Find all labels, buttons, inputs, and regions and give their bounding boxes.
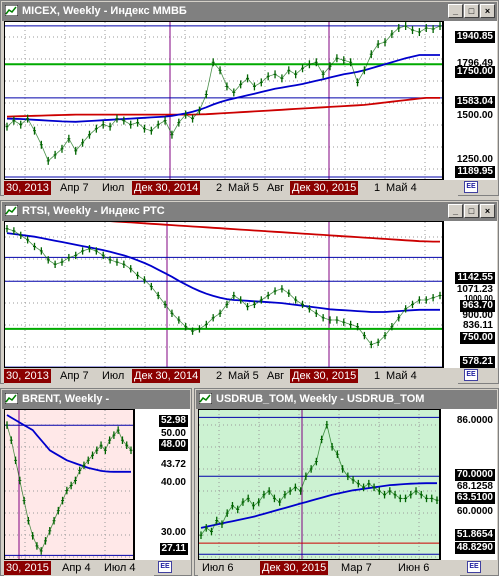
y-label-level-green: 1750.00 [454, 66, 495, 78]
usdrub-time-axis: Июл 6 Дек 30, 2015 Мар 7 Июн 6 [198, 560, 460, 576]
x-label: Авг [267, 370, 285, 382]
x-label: Апр 7 [60, 370, 89, 382]
y-label-level-blue: 86.0000 [456, 415, 493, 426]
x-label: Май 4 [386, 182, 417, 194]
y-label-current: 1940.85 [454, 31, 495, 43]
x-label: 1 [374, 182, 381, 194]
y-label-ma-fast: 836.11 [462, 320, 493, 331]
chart-window-icon [5, 5, 18, 16]
brent-titlebar[interactable]: BRENT, Weekly - [2, 390, 190, 409]
x-label: Июл [102, 370, 125, 382]
rtsi-titlebar[interactable]: RTSI, Weekly - Индекс РТС _ □ × [2, 202, 497, 221]
micex-titlebar[interactable]: MICEX, Weekly - Индекс ММВБ _ □ × [2, 2, 497, 21]
moving-average-fast-line [200, 482, 437, 529]
price-series-line [6, 228, 441, 345]
y-label-ma-slow: 1583.04 [454, 96, 495, 108]
x-label: Апр 4 [62, 562, 91, 574]
y-label-level: 70.0000 [454, 469, 495, 481]
x-label: Дек 30, 2014 [132, 369, 201, 383]
chart-window-icon [5, 205, 18, 216]
brent-plot[interactable] [4, 409, 134, 560]
x-label: Июл [102, 182, 125, 194]
y-label-current: 63.5100 [454, 492, 495, 504]
x-label: Май 5 [228, 370, 259, 382]
x-label: Дек 30, 2015 [290, 369, 359, 383]
y-label-tick: 1250.00 [456, 154, 493, 165]
rtsi-window: RTSI, Weekly - Индекс РТС _ □ × 1142.55 … [0, 200, 499, 384]
x-label: Мар 7 [341, 562, 372, 574]
y-label-level-blue: 578.21 [460, 356, 495, 368]
usdrub-title: USDRUB_TOM, Weekly - USDRUB_TOM [216, 393, 425, 405]
chart-settings-icon[interactable]: EE [467, 561, 481, 573]
x-label: 1 [374, 370, 381, 382]
micex-plot[interactable] [4, 21, 443, 180]
close-button[interactable]: × [480, 204, 495, 218]
brent-title: BRENT, Weekly - [22, 393, 110, 405]
price-series-line [200, 423, 438, 536]
x-label: Июн 6 [398, 562, 430, 574]
chart-window-icon [199, 393, 212, 404]
micex-time-axis: 30, 2013 Апр 7 Июл Дек 30, 2014 2 Май 5 … [4, 180, 458, 196]
rtsi-time-axis: 30, 2013 Апр 7 Июл Дек 30, 2014 2 Май 5 … [4, 368, 458, 384]
x-label: 2 [216, 370, 223, 382]
y-label-tick: 60.0000 [456, 506, 493, 517]
chart-window-icon [5, 393, 18, 404]
y-label-level-blue: 27.11 [159, 543, 188, 555]
y-label-tick: 1500.00 [456, 110, 493, 121]
x-label: 30, 2013 [4, 369, 51, 383]
moving-average-fast-line [6, 414, 131, 473]
x-label: Дек 30, 2014 [132, 181, 201, 195]
usdrub-titlebar[interactable]: USDRUB_TOM, Weekly - USDRUB_TOM [196, 390, 497, 409]
price-series-line [6, 424, 132, 552]
minimize-button[interactable]: _ [448, 4, 463, 18]
maximize-button[interactable]: □ [464, 204, 479, 218]
maximize-button[interactable]: □ [464, 4, 479, 18]
brent-time-axis: 30, 2015 Апр 4 Июл 4 [4, 560, 154, 576]
brent-window: BRENT, Weekly - 52.98 50.00 48.00 43.72 … [0, 388, 192, 576]
moving-average-fast-line [6, 232, 440, 313]
x-label: Июл 6 [202, 562, 234, 574]
rtsi-plot[interactable] [4, 221, 443, 368]
close-button[interactable]: × [480, 4, 495, 18]
micex-window: MICEX, Weekly - Индекс ММВБ _ □ × 1940.8… [0, 0, 499, 196]
x-label: 30, 2015 [4, 561, 51, 575]
moving-average-slow-line [110, 222, 440, 243]
y-label-level-red: 51.8654 [454, 529, 495, 541]
y-label-level-green: 750.00 [460, 332, 495, 344]
x-label: Апр 7 [60, 182, 89, 194]
rtsi-price-axis: 1142.55 1071.23 1000.00 963.70 900.00 83… [443, 221, 497, 368]
y-label-level-blue: 52.98 [158, 415, 188, 427]
x-label: Май 4 [386, 370, 417, 382]
rtsi-title: RTSI, Weekly - Индекс РТС [22, 205, 165, 217]
y-label-level-blue: 1189.95 [455, 166, 495, 178]
minimize-button[interactable]: _ [448, 204, 463, 218]
x-label: Май 5 [228, 182, 259, 194]
y-label-tick: 30.00 [160, 527, 186, 538]
chart-settings-icon[interactable]: EE [464, 181, 478, 193]
micex-title: MICEX, Weekly - Индекс ММВБ [22, 5, 187, 17]
x-label: 30, 2013 [4, 181, 51, 195]
y-label-ma: 43.72 [160, 459, 186, 470]
chart-settings-icon[interactable]: EE [464, 369, 478, 381]
brent-price-axis: 52.98 50.00 48.00 43.72 40.00 30.00 27.1… [134, 409, 190, 560]
usdrub-plot[interactable] [198, 409, 440, 560]
micex-price-axis: 1940.85 1796.49 1750.00 1583.04 1500.00 … [443, 21, 497, 180]
chart-settings-icon[interactable]: EE [158, 561, 172, 573]
x-label: Июл 4 [104, 562, 136, 574]
y-label-level-blue: 48.8290 [454, 542, 495, 554]
x-label: 2 [216, 182, 223, 194]
price-series-line [6, 25, 441, 162]
x-label: Авг [267, 182, 285, 194]
y-label-tick: 40.00 [160, 477, 186, 488]
x-label: Дек 30, 2015 [290, 181, 359, 195]
usdrub-window: USDRUB_TOM, Weekly - USDRUB_TOM 86.0000 … [194, 388, 499, 576]
usdrub-price-axis: 86.0000 70.0000 68.1258 63.5100 60.0000 … [440, 409, 497, 560]
y-label-ma-slow: 1142.55 [455, 272, 495, 284]
x-label: Дек 30, 2015 [260, 561, 329, 575]
y-label-current: 48.00 [158, 439, 188, 451]
